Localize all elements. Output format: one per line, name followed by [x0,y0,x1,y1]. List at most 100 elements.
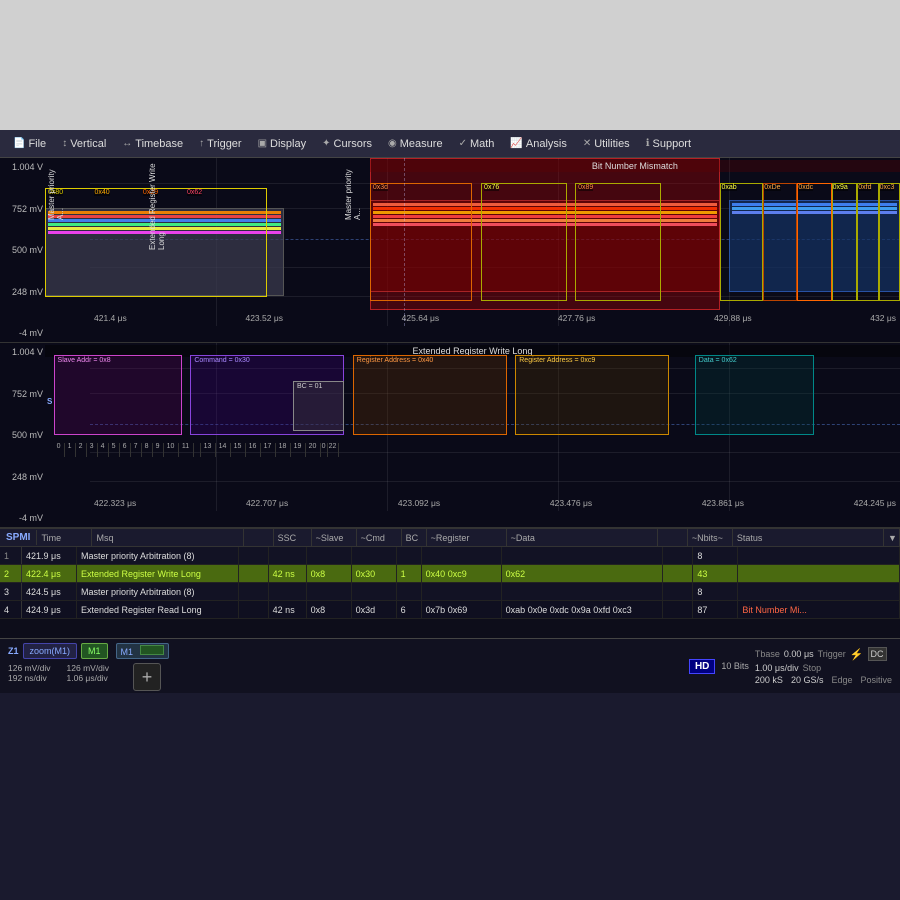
signal-box-yellow2: 0x76 [481,183,567,301]
y-label-4: 248 mV [2,287,43,297]
decode-reg2: Register Address = 0xc9 [515,355,669,435]
menu-support[interactable]: ℹ Support [639,136,698,152]
master-label-2: Master priority A... [344,160,362,220]
waveform-top: 1.004 V 752 mV 500 mV 248 mV -4 mV [0,158,900,343]
menu-trigger[interactable]: ↑ Trigger [192,136,248,152]
th-bc: BC [402,529,427,546]
td-time-1: 421.9 μs [22,547,77,564]
y-label-1: 1.004 V [2,162,43,172]
scale-div: 126 mV/div 1.06 μs/div [67,663,110,691]
y-axis-bottom: 1.004 V 752 mV 500 mV 248 mV -4 mV [0,343,45,527]
td-slave-3 [307,583,352,600]
tbase-label: Tbase [755,649,780,659]
time-axis-bottom: 422.323 μs 422.707 μs 423.092 μs 423.476… [90,495,900,511]
decode-slave: Slave Addr = 0x8 [54,355,182,435]
menu-vertical[interactable]: ↕ Vertical [55,136,113,152]
td-ssc-1 [269,547,307,564]
td-slave-4: 0x8 [307,601,352,618]
td-status-3 [738,583,900,600]
utilities-icon: ✕ [583,138,591,149]
td-id-1: 1 [0,547,22,564]
table-row-3[interactable]: 3 424.5 μs Master priority Arbitration (… [0,583,900,601]
td-time-4: 424.9 μs [22,601,77,618]
decode-reg1: Register Address = 0x40 [353,355,507,435]
td-msq-2: Extended Register Write Long [77,565,239,582]
menu-bar: 📄 File ↕ Vertical ↔ Timebase ↑ Trigger ▣… [0,130,900,158]
y-label-b5: -4 mV [2,513,43,523]
signal-box-r4: 0x9a [832,183,858,301]
th-msq: Msq [92,529,243,546]
zoom-box[interactable]: zoom(M1) [23,643,78,659]
scale-mv: 126 mV/div 192 ns/div [8,663,51,691]
td-ssc-2: 42 ns [269,565,307,582]
td-reg-1 [422,547,502,564]
data-table: SPMI Time Msq SSC ~Slave ~Cmd BC ~Regist… [0,528,900,638]
y-label-b2: 752 mV [2,389,43,399]
td-e2-4 [663,601,693,618]
td-slave-2: 0x8 [307,565,352,582]
signal-box-r6: 0xc3 [879,183,900,301]
td-ssc-3 [269,583,307,600]
y-label-5: -4 mV [2,328,43,338]
m1-box[interactable]: M1 [81,643,108,659]
menu-utilities[interactable]: ✕ Utilities [576,136,637,152]
menu-cursors[interactable]: ✦ Cursors [315,136,379,152]
menu-timebase[interactable]: ↔ Timebase [115,136,190,152]
waveform-area-top: 0x80 0x40 0x29 0x62 0x3d 0x76 [45,158,900,326]
td-e2-1 [663,547,693,564]
bit-mismatch-label: Bit Number Mismatch [370,160,900,172]
s-label: S [47,397,52,406]
menu-display[interactable]: ▣ Display [251,136,314,152]
menu-analysis[interactable]: 📈 Analysis [503,136,573,152]
td-reg-2: 0x40 0xc9 [422,565,502,582]
add-channel-button[interactable]: + [133,663,161,691]
measure-icon: ◉ [388,138,397,149]
td-status-4: Bit Number Mi... [738,601,900,618]
td-e1-4 [239,601,269,618]
tbase-row-2: 1.00 μs/div Stop [755,663,892,673]
hd-badge: HD [689,659,715,674]
th-sort[interactable]: ▼ [884,529,900,546]
td-id-3: 3 [0,583,22,600]
trigger-icon: ↑ [199,138,204,149]
signal-box-yellow3: 0x89 [575,183,661,301]
td-cmd-4: 0x3d [352,601,397,618]
z1-label: Z1 [8,646,19,656]
td-time-2: 422.4 μs [22,565,77,582]
v-marker-dashed [404,158,405,326]
td-nbits-3: 8 [693,583,738,600]
signal-box-r1: 0xab [720,183,763,301]
td-cmd-3 [352,583,397,600]
signal-box-r2: 0xDe [763,183,797,301]
td-msq-1: Master priority Arbitration (8) [77,547,239,564]
zoom-indicator: Z1 zoom(M1) M1 M1 [8,643,192,659]
time-axis-top: 421.4 μs 423.52 μs 425.64 μs 427.76 μs 4… [90,310,900,326]
waveform-area-bottom: Extended Register Write Long S Slave Add… [45,343,900,511]
y-label-b1: 1.004 V [2,347,43,357]
analysis-icon: 📈 [510,138,522,149]
th-ssc: SSC [274,529,312,546]
menu-file[interactable]: 📄 File [6,136,53,152]
y-label-b4: 248 mV [2,472,43,482]
trigger-icon: ⚡ [850,648,864,661]
td-bc-4: 6 [397,601,422,618]
menu-measure[interactable]: ◉ Measure [381,136,450,152]
file-icon: 📄 [13,138,25,149]
td-id-2: 2 [0,565,22,582]
status-left: Z1 zoom(M1) M1 M1 126 mV/div 192 ns/div … [0,639,200,693]
th-time: Time [37,529,92,546]
menu-math[interactable]: ✓ Math [452,136,502,152]
th-empty2 [658,529,688,546]
m1-value-box: M1 [116,643,169,659]
tbase-row-1: Tbase 0.00 μs Trigger ⚡ DC [755,647,892,661]
td-time-3: 424.5 μs [22,583,77,600]
th-data: ~Data [507,529,658,546]
td-cmd-1 [352,547,397,564]
table-row-1[interactable]: 1 421.9 μs Master priority Arbitration (… [0,547,900,565]
table-row-2[interactable]: 2 422.4 μs Extended Register Write Long … [0,565,900,583]
table-row-4[interactable]: 4 424.9 μs Extended Register Read Long 4… [0,601,900,619]
top-border [0,0,900,130]
bit-labels-row: 0 1 2 3 4 5 6 7 8 9 10 11 13 14 15 16 17… [54,443,892,457]
td-e1-1 [239,547,269,564]
timebase-icon: ↔ [122,138,132,149]
